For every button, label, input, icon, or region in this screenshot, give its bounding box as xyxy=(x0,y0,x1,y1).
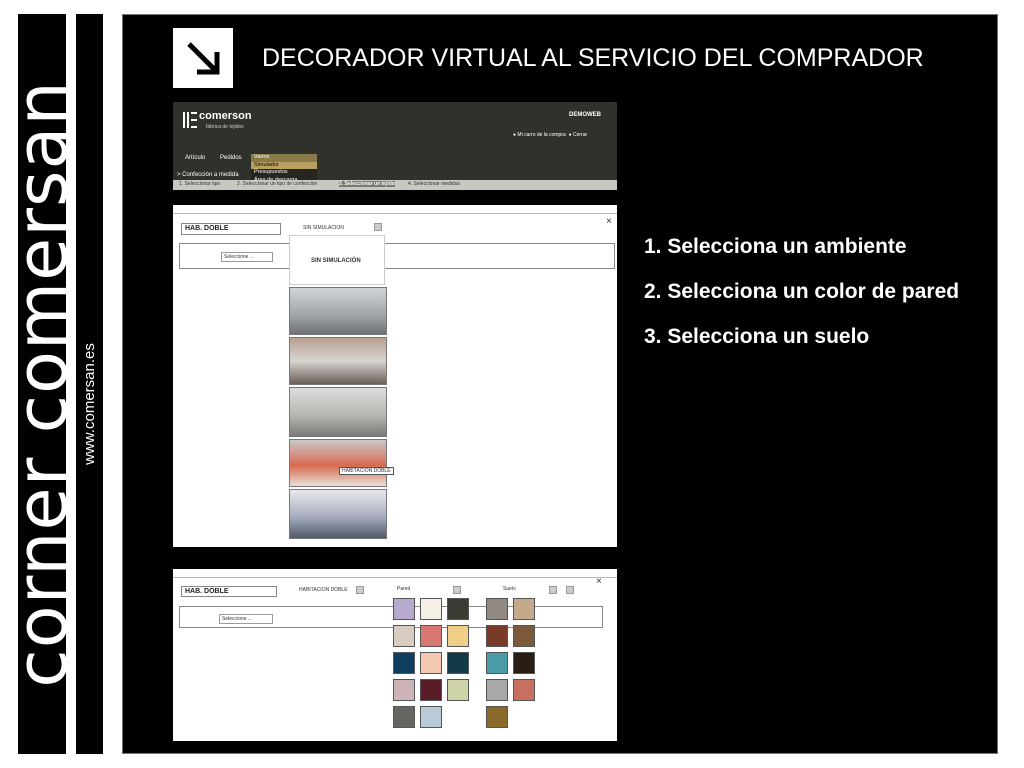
arrow-down-right-icon xyxy=(173,28,233,88)
wall-dropdown-icon[interactable] xyxy=(453,586,461,594)
simulation-option[interactable]: SIN SIMULACIÓN xyxy=(311,258,361,264)
floor-color-swatch[interactable] xyxy=(486,706,508,728)
wall-color-swatch[interactable] xyxy=(447,679,469,701)
floor-color-swatch[interactable] xyxy=(513,679,535,701)
wall-color-swatch[interactable] xyxy=(393,679,415,701)
close-icon: ● xyxy=(568,132,572,138)
app-brand-sub: fábrica de tejidos xyxy=(206,124,244,130)
wizard-step-active[interactable]: 3. Seleccionar un tejido xyxy=(339,181,395,187)
close-icon[interactable]: × xyxy=(606,216,612,227)
color-picker-screenshot: × HAB. DOBLE HABITACION DOBLE Pared Suel… xyxy=(173,569,617,741)
settings-icon[interactable] xyxy=(566,586,574,594)
comerson-logo-icon xyxy=(183,112,197,133)
wall-color-swatch[interactable] xyxy=(393,652,415,674)
page-title: DECORADOR VIRTUAL AL SERVICIO DEL COMPRA… xyxy=(262,44,924,72)
wall-color-swatch[interactable] xyxy=(393,598,415,620)
simulation-dropdown-icon[interactable] xyxy=(374,223,382,231)
floor-color-swatch[interactable] xyxy=(513,652,535,674)
wizard-step[interactable]: 1. Seleccionar tipo xyxy=(179,181,220,187)
room-thumbnail[interactable] xyxy=(289,287,387,335)
floor-color-swatch[interactable] xyxy=(486,625,508,647)
simulator-screenshot: × HAB. DOBLE SIN SIMULACION Seleccione .… xyxy=(173,205,617,547)
wizard-step[interactable]: 4. Seleccionar medidas xyxy=(408,181,460,187)
wall-color-swatch[interactable] xyxy=(420,625,442,647)
breadcrumb: > Confección a medida xyxy=(177,172,239,178)
floor-dropdown-icon[interactable] xyxy=(549,586,557,594)
steps-list: 1. Selecciona un ambiente 2. Selecciona … xyxy=(644,232,974,367)
floor-color-swatch[interactable] xyxy=(513,598,535,620)
cart-icon: ● xyxy=(513,132,517,138)
menu-item-pedidos[interactable]: Pedidos xyxy=(220,155,242,161)
simulation-label: SIN SIMULACION xyxy=(303,225,344,231)
cart-link[interactable]: ● Mi carro de la compra ● Cerrar xyxy=(513,132,587,138)
wall-color-swatch[interactable] xyxy=(420,706,442,728)
close-icon[interactable]: × xyxy=(596,576,602,587)
select-dropdown[interactable]: Seleccione ... xyxy=(219,614,273,624)
floor-color-swatch[interactable] xyxy=(486,598,508,620)
demo-label: DEMOWEB xyxy=(569,112,601,118)
dropdown-item-varios[interactable]: Varios xyxy=(251,154,317,162)
room-thumbnail[interactable] xyxy=(289,439,387,487)
dropdown-item-simulador[interactable]: Simulador xyxy=(251,161,317,169)
wall-color-swatch[interactable] xyxy=(447,652,469,674)
floor-color-swatch[interactable] xyxy=(486,679,508,701)
select-dropdown[interactable]: Seleccione ... xyxy=(221,252,273,262)
wall-label: Pared xyxy=(397,586,411,592)
step-2: 2. Selecciona un color de pared xyxy=(644,280,960,303)
app-header-screenshot: comerson fábrica de tejidos DEMOWEB ● Mi… xyxy=(173,102,617,190)
room-thumbnail[interactable] xyxy=(289,337,387,385)
wall-color-swatch[interactable] xyxy=(447,625,469,647)
close-link[interactable]: Cerrar xyxy=(573,132,587,138)
step-3: 3. Selecciona un suelo xyxy=(644,325,870,348)
wizard-steps: 1. Seleccionar tipo 2. Seleccionar un ti… xyxy=(173,180,617,190)
app-brand-name: comerson xyxy=(199,110,252,122)
wall-color-swatch[interactable] xyxy=(447,598,469,620)
room-thumbnail[interactable] xyxy=(289,489,387,539)
menu-item-articulo[interactable]: Artículo xyxy=(185,155,205,161)
wall-color-swatch[interactable] xyxy=(420,652,442,674)
floor-color-swatch[interactable] xyxy=(513,625,535,647)
room-dropdown-icon[interactable] xyxy=(356,586,364,594)
room-label: HABITACION DOBLE xyxy=(299,587,348,593)
wall-color-swatch[interactable] xyxy=(393,706,415,728)
room-thumbnail[interactable] xyxy=(289,387,387,437)
wizard-step[interactable]: 2. Seleccionar un tipo de confección xyxy=(237,181,317,187)
step-1: 1. Selecciona un ambiente xyxy=(644,235,907,258)
window-bar xyxy=(173,569,617,578)
wall-color-swatch[interactable] xyxy=(420,679,442,701)
floor-color-swatch[interactable] xyxy=(486,652,508,674)
wall-color-swatch[interactable] xyxy=(420,598,442,620)
window-bar xyxy=(173,205,617,214)
room-field[interactable]: HAB. DOBLE xyxy=(181,223,281,235)
room-field[interactable]: HAB. DOBLE xyxy=(181,586,277,597)
floor-label: Suelo xyxy=(503,586,516,592)
wall-color-swatch[interactable] xyxy=(393,625,415,647)
tooltip: HABITACION DOBLE xyxy=(339,467,394,475)
dropdown-item-presupuestos[interactable]: Presupuestos xyxy=(251,169,317,177)
